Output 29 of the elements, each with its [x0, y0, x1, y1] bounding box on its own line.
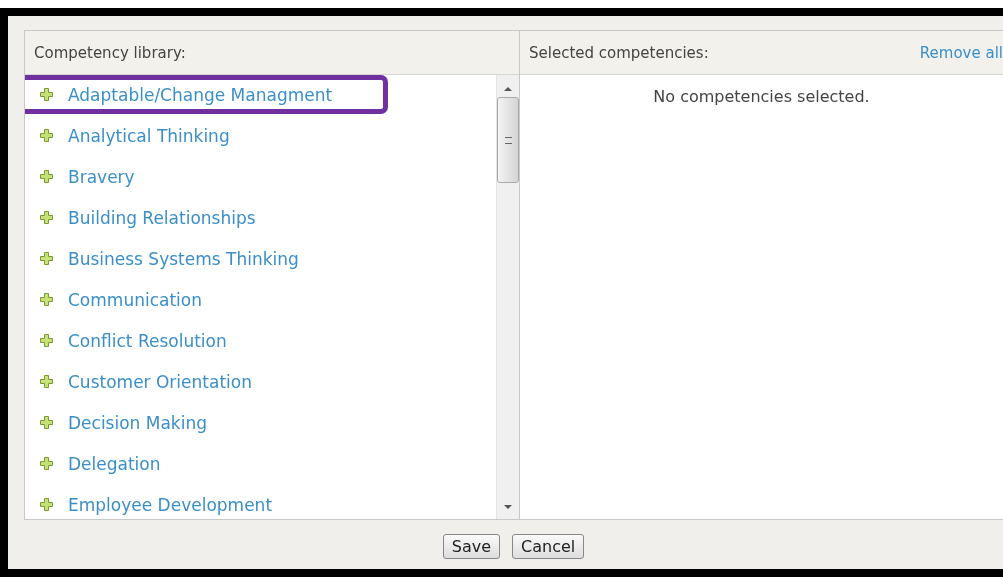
plus-icon	[40, 129, 53, 142]
list-item[interactable]: Business Systems Thinking	[25, 239, 388, 278]
dialog-button[interactable]: Save	[442, 534, 501, 559]
list-item[interactable]: Customer Orientation	[25, 362, 388, 401]
plus-icon	[40, 293, 53, 306]
plus-icon	[40, 375, 53, 388]
plus-icon	[40, 252, 53, 265]
dialog-button[interactable]: Cancel	[512, 534, 585, 559]
list-item[interactable]: Bravery	[25, 157, 388, 196]
list-item[interactable]: Employee Development	[25, 485, 388, 519]
list-item[interactable]: Conflict Resolution	[25, 321, 388, 360]
list-item[interactable]: Analytical Thinking	[25, 116, 388, 155]
plus-icon	[40, 211, 53, 224]
plus-icon	[40, 170, 53, 183]
list-item[interactable]: Decision Making	[25, 403, 388, 442]
panel-title: Selected competencies:	[529, 43, 709, 62]
plus-icon	[40, 498, 53, 511]
plus-icon	[40, 334, 53, 347]
list-item[interactable]: Communication	[25, 280, 388, 319]
plus-icon	[40, 416, 53, 429]
highlighted-list-item[interactable]: Adaptable/Change Managment	[25, 75, 388, 114]
remove-all-link[interactable]: Remove all	[919, 43, 1003, 62]
panel-title: Competency library:	[34, 43, 186, 62]
empty-message: No competencies selected.	[653, 87, 870, 106]
plus-icon	[40, 457, 53, 470]
list-item[interactable]: Building Relationships	[25, 198, 388, 237]
scrollbar[interactable]	[496, 75, 519, 519]
list-item[interactable]: Delegation	[25, 444, 388, 483]
plus-icon	[40, 88, 53, 101]
